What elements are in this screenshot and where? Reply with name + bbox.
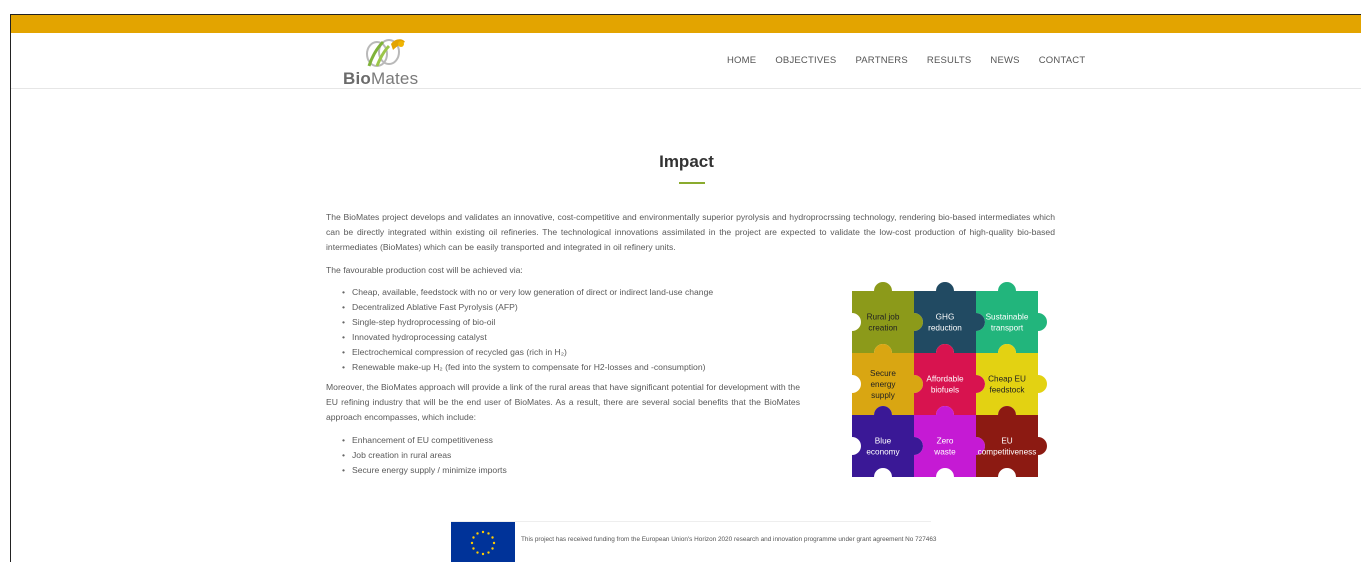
top-accent-bar	[11, 15, 1361, 33]
puzzle-piece: Affordable biofuels	[914, 344, 985, 415]
puzzle-piece: Blue economy	[852, 406, 923, 477]
nav-objectives[interactable]: OBJECTIVES	[775, 55, 836, 66]
page-title: Impact	[659, 152, 714, 171]
puzzle-piece-label: reduction	[928, 324, 962, 333]
production-list: Cheap, available, feedstock with no or v…	[326, 285, 806, 375]
puzzle-piece-label: EU	[1001, 437, 1012, 446]
puzzle-piece-label: energy	[870, 380, 896, 389]
site-header: BioMates HOME OBJECTIVES PARTNERS RESULT…	[11, 33, 1361, 89]
puzzle-piece-label: Secure	[870, 369, 896, 378]
puzzle-piece: Sustainable transport	[976, 282, 1047, 353]
list-item: Cheap, available, feedstock with no or v…	[326, 285, 806, 300]
puzzle-piece-label: economy	[866, 448, 900, 457]
list-item: Secure energy supply / minimize imports	[326, 463, 806, 478]
puzzle-piece: Secure energy supply	[852, 344, 923, 415]
social-benefits-list: Enhancement of EU competitiveness Job cr…	[326, 433, 806, 478]
puzzle-piece-label: Sustainable	[986, 313, 1029, 322]
puzzle-piece-label: Rural job	[867, 313, 900, 322]
puzzle-piece-label: Blue	[875, 437, 892, 446]
puzzle-piece: EU competitiveness	[976, 406, 1047, 477]
funding-text: This project has received funding from t…	[521, 536, 937, 543]
list-item: Job creation in rural areas	[326, 448, 806, 463]
puzzle-piece: GHG reduction	[914, 282, 985, 353]
logo-wordmark: BioMates	[343, 69, 419, 88]
eu-flag-icon	[451, 522, 515, 562]
list-item: Renewable make-up H₂ (fed into the syste…	[326, 360, 806, 375]
site-logo[interactable]: BioMates	[341, 36, 433, 88]
list-item: Innovated hydroprocessing catalyst	[326, 330, 806, 345]
puzzle-piece-label: GHG	[936, 313, 955, 322]
nav-contact[interactable]: CONTACT	[1039, 55, 1086, 66]
title-underline	[679, 182, 705, 184]
intro-paragraph: The BioMates project develops and valida…	[326, 212, 1055, 252]
impact-puzzle-graphic: Rural job creation GHG reduction Sustainable…	[852, 282, 1047, 477]
puzzle-piece: Cheap EU feedstock	[976, 344, 1047, 415]
nav-results[interactable]: RESULTS	[927, 55, 972, 66]
social-intro: Moreover, the BioMates approach will pro…	[326, 382, 800, 422]
puzzle-piece-label: biofuels	[931, 386, 959, 395]
puzzle-piece-label: waste	[933, 448, 956, 457]
list-item: Decentralized Ablative Fast Pyrolysis (A…	[326, 300, 806, 315]
main-nav: HOME OBJECTIVES PARTNERS RESULTS NEWS CO…	[727, 55, 1085, 66]
puzzle-piece-label: Zero	[937, 437, 954, 446]
nav-partners[interactable]: PARTNERS	[855, 55, 907, 66]
puzzle-piece-label: Affordable	[926, 375, 964, 384]
puzzle-piece-label: feedstock	[989, 386, 1025, 395]
nav-news[interactable]: NEWS	[990, 55, 1019, 66]
puzzle-piece: Zero waste	[914, 406, 985, 477]
puzzle-piece: Rural job creation	[852, 282, 923, 353]
puzzle-piece-label: transport	[991, 324, 1024, 333]
puzzle-piece-label: creation	[868, 324, 898, 333]
puzzle-piece-label: competitiveness	[978, 448, 1037, 457]
funding-notice: This project has received funding from t…	[451, 521, 936, 562]
list-item: Electrochemical compression of recycled …	[326, 345, 806, 360]
browser-viewport: BioMates HOME OBJECTIVES PARTNERS RESULT…	[10, 14, 1361, 562]
biomates-logo-icon	[366, 39, 405, 67]
production-intro: The favourable production cost will be a…	[326, 265, 523, 275]
list-item: Enhancement of EU competitiveness	[326, 433, 806, 448]
puzzle-piece-label: Cheap EU	[988, 375, 1026, 384]
puzzle-piece-label: supply	[871, 391, 896, 400]
nav-home[interactable]: HOME	[727, 55, 756, 66]
list-item: Single-step hydroprocessing of bio-oil	[326, 315, 806, 330]
